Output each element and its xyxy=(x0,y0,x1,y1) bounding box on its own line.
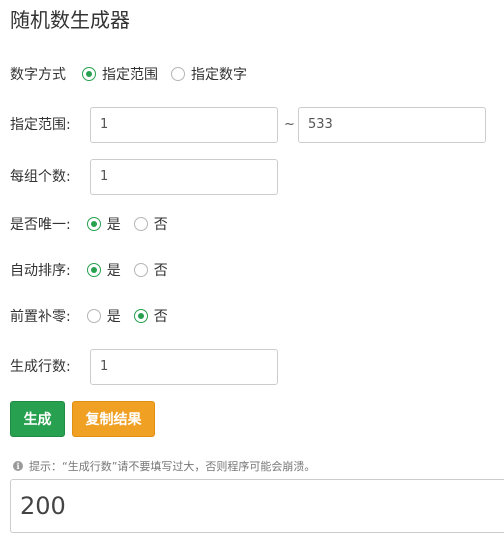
range-separator: ~ xyxy=(284,117,295,132)
unique-radio-group: 是 否 xyxy=(86,214,181,234)
auto-sort-option-no-label: 否 xyxy=(153,263,168,279)
range-row: 指定范围: xyxy=(10,107,71,141)
radio-unique-no[interactable] xyxy=(133,217,148,231)
unique-row: 是否唯一: 是 否 xyxy=(10,207,181,241)
mode-radio-group: 指定范围 指定数字 xyxy=(82,64,260,84)
mode-option-specified-label: 指定数字 xyxy=(191,67,247,83)
unique-label: 是否唯一: xyxy=(10,217,71,233)
rows-input[interactable]: 1 xyxy=(90,349,278,385)
generate-button[interactable]: 生成 xyxy=(10,401,65,437)
leading-zero-row: 前置补零: 是 否 xyxy=(10,299,181,333)
per-group-label: 每组个数: xyxy=(10,169,71,185)
unique-option-no-label: 否 xyxy=(153,217,168,233)
radio-leading-zero-yes[interactable] xyxy=(86,309,101,323)
mode-row: 数字方式 指定范围 指定数字 xyxy=(10,57,260,91)
range-label: 指定范围: xyxy=(10,117,71,133)
radio-unique-yes[interactable] xyxy=(86,217,101,231)
leading-zero-option-no[interactable]: 否 xyxy=(133,306,168,326)
leading-zero-option-yes[interactable]: 是 xyxy=(86,306,121,326)
unique-option-yes[interactable]: 是 xyxy=(86,214,121,234)
mode-option-specified[interactable]: 指定数字 xyxy=(171,64,247,84)
range-max-input[interactable]: 533 xyxy=(298,107,486,143)
radio-range[interactable] xyxy=(82,67,96,81)
auto-sort-option-no[interactable]: 否 xyxy=(133,260,168,280)
hint: i 提示：“生成行数”请不要填写过大，否则程序可能会崩溃。 xyxy=(13,458,315,474)
leading-zero-option-no-label: 否 xyxy=(153,309,168,325)
hint-text: 提示：“生成行数”请不要填写过大，否则程序可能会崩溃。 xyxy=(29,460,316,473)
random-number-generator: 随机数生成器 数字方式 指定范围 指定数字 指定范围: 1 ~ 533 每组个数… xyxy=(0,0,504,547)
mode-option-range-label: 指定范围 xyxy=(102,67,158,83)
radio-specified[interactable] xyxy=(171,67,185,81)
info-icon: i xyxy=(13,461,23,471)
radio-leading-zero-no[interactable] xyxy=(133,309,148,323)
auto-sort-option-yes-label: 是 xyxy=(106,263,121,279)
unique-option-yes-label: 是 xyxy=(106,217,121,233)
range-min-input[interactable]: 1 xyxy=(90,107,278,143)
radio-auto-sort-yes[interactable] xyxy=(86,263,101,277)
mode-label: 数字方式 xyxy=(10,67,66,83)
auto-sort-label: 自动排序: xyxy=(10,263,71,279)
auto-sort-option-yes[interactable]: 是 xyxy=(86,260,121,280)
leading-zero-option-yes-label: 是 xyxy=(106,309,121,325)
rows-row: 生成行数: xyxy=(10,349,71,383)
auto-sort-row: 自动排序: 是 否 xyxy=(10,253,181,287)
mode-option-range[interactable]: 指定范围 xyxy=(82,64,158,84)
copy-result-button[interactable]: 复制结果 xyxy=(72,401,155,437)
page-title: 随机数生成器 xyxy=(10,8,130,32)
per-group-row: 每组个数: xyxy=(10,159,71,193)
leading-zero-label: 前置补零: xyxy=(10,309,71,325)
leading-zero-radio-group: 是 否 xyxy=(86,306,181,326)
auto-sort-radio-group: 是 否 xyxy=(86,260,181,280)
rows-label: 生成行数: xyxy=(10,359,71,375)
result-output[interactable]: 200 xyxy=(10,479,504,533)
unique-option-no[interactable]: 否 xyxy=(133,214,168,234)
radio-auto-sort-no[interactable] xyxy=(133,263,148,277)
per-group-input[interactable]: 1 xyxy=(90,159,278,195)
